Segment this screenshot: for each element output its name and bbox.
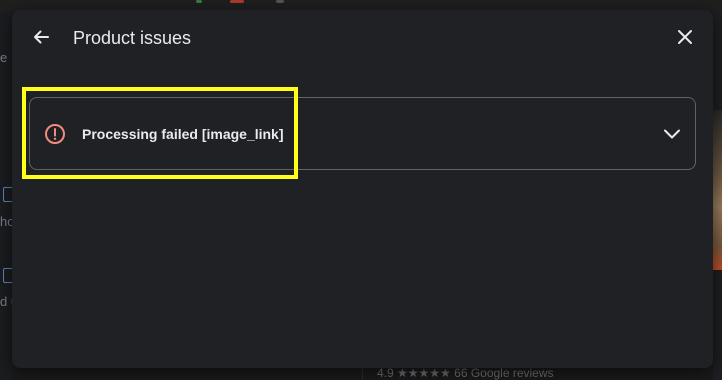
issue-expandable-item[interactable]: Processing failed [image_link] <box>29 97 696 170</box>
background-product-image <box>713 110 722 270</box>
arrow-back-icon <box>34 30 49 44</box>
page: e ho d u 4.9 ★★★★★ 66 Google reviews Pro… <box>0 0 722 380</box>
background-left-panel: e ho d u <box>0 12 13 380</box>
product-issues-dialog: Product issues Processing failed [image_… <box>12 10 713 368</box>
back-button[interactable] <box>25 21 57 53</box>
background-text-fragment: d u <box>0 294 12 309</box>
dialog-header: Product issues <box>12 10 713 66</box>
error-circle-icon <box>45 124 65 144</box>
background-reviews-text: 4.9 ★★★★★ 66 Google reviews <box>362 366 722 380</box>
close-icon <box>678 30 692 44</box>
chevron-down-icon[interactable] <box>660 122 684 146</box>
issue-label: Processing failed [image_link] <box>82 126 284 142</box>
background-text-fragment: e <box>0 50 8 65</box>
dialog-title: Product issues <box>73 28 192 48</box>
background-text-fragment: ho <box>0 214 12 229</box>
close-button[interactable] <box>669 21 701 53</box>
